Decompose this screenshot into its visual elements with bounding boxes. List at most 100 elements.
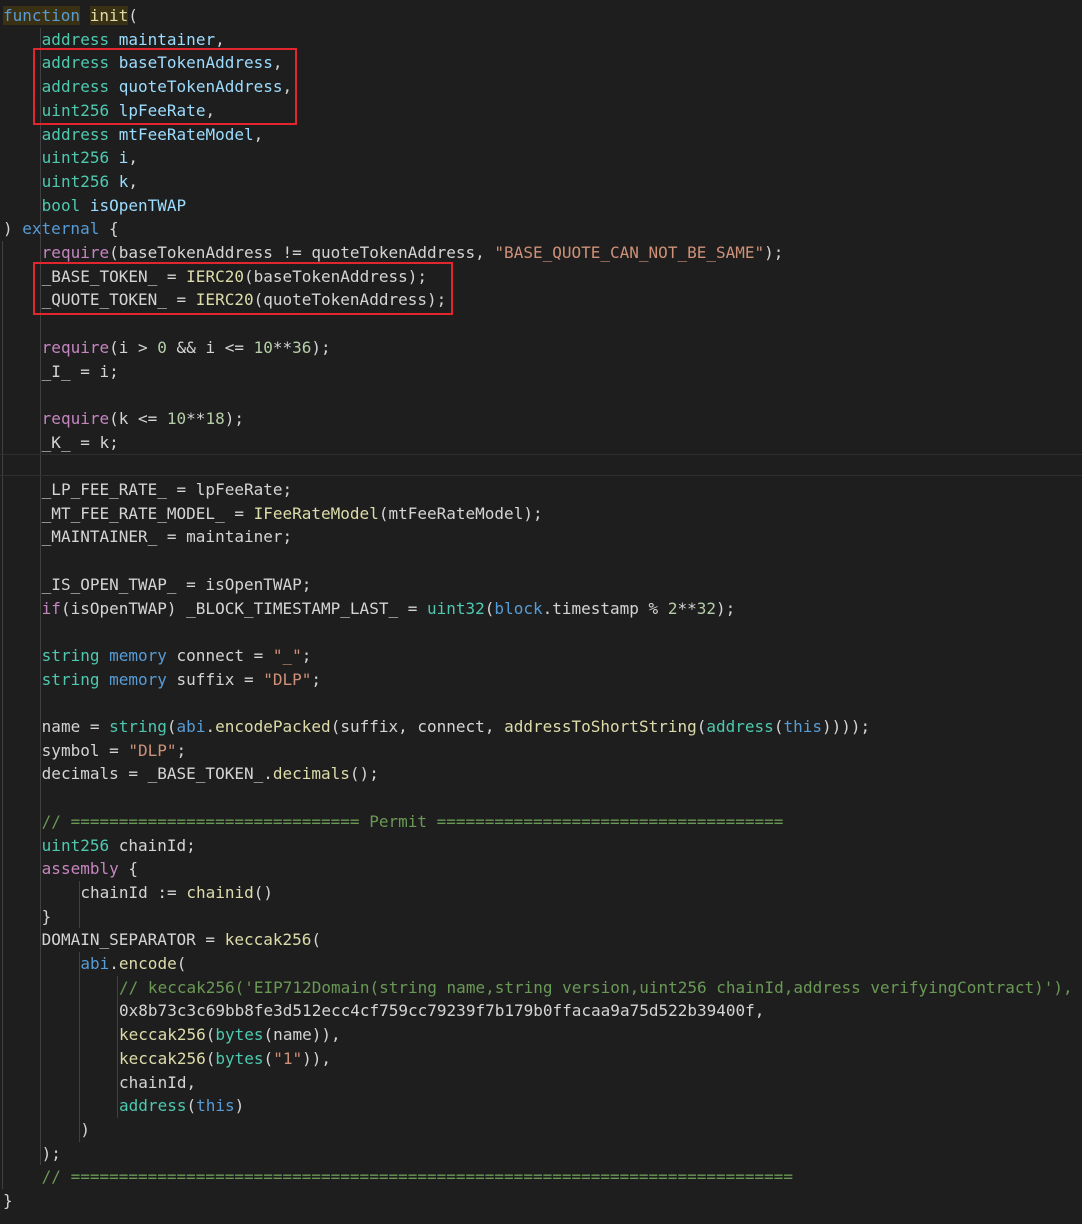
- code-token: // =====================================…: [41, 1167, 794, 1187]
- code-token: ;: [311, 669, 322, 689]
- code-token: && i <=: [166, 337, 254, 357]
- code-token: _MT_FEE_RATE_MODEL_ =: [41, 503, 254, 523]
- code-token: 10: [253, 337, 273, 357]
- code-token: chainId,: [119, 1072, 197, 1092]
- code-line[interactable]: [0, 454, 1082, 478]
- code-token: ();: [349, 764, 379, 784]
- code-line[interactable]: if(isOpenTWAP) _BLOCK_TIMESTAMP_LAST_ = …: [0, 597, 1082, 621]
- code-line[interactable]: address mtFeeRateModel,: [0, 123, 1082, 147]
- code-line[interactable]: function init(: [0, 4, 1082, 28]
- code-token: bytes: [215, 1025, 264, 1045]
- code-line[interactable]: [0, 549, 1082, 573]
- code-line[interactable]: _IS_OPEN_TWAP_ = isOpenTWAP;: [0, 573, 1082, 597]
- code-line[interactable]: assembly {: [0, 857, 1082, 881]
- code-token: **: [272, 337, 293, 357]
- code-token: ;: [301, 645, 312, 665]
- code-token: 10: [166, 408, 187, 428]
- code-token: (suffix, connect,: [330, 717, 505, 736]
- code-line[interactable]: // =====================================…: [0, 1165, 1082, 1189]
- code-token: (: [311, 930, 322, 950]
- code-token: ,: [128, 171, 139, 191]
- code-token: k: [118, 171, 129, 191]
- code-token: (: [176, 954, 187, 973]
- code-line[interactable]: [0, 620, 1082, 644]
- code-token: }: [41, 906, 52, 926]
- code-token: init: [89, 6, 129, 25]
- code-line[interactable]: decimals = _BASE_TOKEN_.decimals();: [0, 762, 1082, 786]
- code-token: (: [696, 717, 707, 736]
- code-line[interactable]: string memory suffix = "DLP";: [0, 668, 1082, 692]
- code-line[interactable]: name = string(abi.encodePacked(suffix, c…: [0, 715, 1082, 739]
- code-line[interactable]: [0, 691, 1082, 715]
- code-token: connect =: [166, 645, 273, 665]
- code-line[interactable]: address(this): [0, 1094, 1082, 1118]
- code-token: external: [22, 219, 100, 239]
- code-line[interactable]: [0, 312, 1082, 336]
- code-line[interactable]: chainId := chainid(): [0, 881, 1082, 905]
- code-line[interactable]: chainId,: [0, 1071, 1082, 1095]
- code-line[interactable]: uint256 k,: [0, 170, 1082, 194]
- code-line[interactable]: 0x8b73c3c69bb8fe3d512ecc4cf759cc79239f7b…: [0, 999, 1082, 1023]
- code-line[interactable]: _MT_FEE_RATE_MODEL_ = IFeeRateModel(mtFe…: [0, 502, 1082, 526]
- code-line[interactable]: [0, 383, 1082, 407]
- code-line[interactable]: require(k <= 10**18);: [0, 407, 1082, 431]
- code-token: .: [205, 717, 216, 736]
- code-token: decimals: [272, 764, 350, 784]
- code-line[interactable]: abi.encode(: [0, 952, 1082, 976]
- code-line[interactable]: }: [0, 1189, 1082, 1213]
- code-token: uint32: [426, 598, 485, 618]
- code-line[interactable]: DOMAIN_SEPARATOR = keccak256(: [0, 928, 1082, 952]
- code-line[interactable]: require(i > 0 && i <= 10**36);: [0, 336, 1082, 360]
- code-line[interactable]: _MAINTAINER_ = maintainer;: [0, 525, 1082, 549]
- code-token: (: [205, 1025, 216, 1045]
- code-line[interactable]: [0, 786, 1082, 810]
- code-line[interactable]: }: [0, 905, 1082, 929]
- code-line[interactable]: );: [0, 1142, 1082, 1166]
- code-token: keccak256: [119, 1048, 206, 1068]
- code-line[interactable]: _I_ = i;: [0, 360, 1082, 384]
- code-token: chainId;: [109, 835, 196, 855]
- code-token: require: [41, 243, 110, 262]
- code-editor[interactable]: function init(address maintainer, address…: [0, 0, 1082, 1224]
- code-token: ;: [176, 740, 187, 760]
- code-token: i: [118, 148, 129, 168]
- code-line[interactable]: // keccak256('EIP712Domain(string name,s…: [0, 976, 1082, 1000]
- code-token: keccak256: [119, 1025, 206, 1045]
- code-token: );: [224, 408, 244, 428]
- code-token: "1": [273, 1048, 303, 1068]
- code-token: if: [41, 598, 61, 618]
- code-token: 18: [205, 408, 225, 428]
- code-token: (mtFeeRateModel);: [378, 503, 543, 523]
- code-line[interactable]: string memory connect = "_";: [0, 644, 1082, 668]
- code-line[interactable]: keccak256(bytes(name)),: [0, 1023, 1082, 1047]
- code-line[interactable]: symbol = "DLP";: [0, 739, 1082, 763]
- code-line[interactable]: bool isOpenTWAP: [0, 194, 1082, 218]
- code-token: );: [764, 243, 784, 262]
- code-token: (: [773, 717, 784, 736]
- code-token: _IS_OPEN_TWAP_ = isOpenTWAP;: [41, 574, 312, 594]
- code-line[interactable]: uint256 chainId;: [0, 834, 1082, 858]
- code-token: (: [484, 598, 495, 618]
- code-token: );: [41, 1143, 61, 1163]
- code-line[interactable]: ) external {: [0, 217, 1082, 241]
- code-token: );: [716, 598, 736, 618]
- code-token: (: [186, 1096, 197, 1116]
- code-token: 36: [292, 337, 312, 357]
- code-line[interactable]: // ============================== Permit…: [0, 810, 1082, 834]
- code-line[interactable]: _LP_FEE_RATE_ = lpFeeRate;: [0, 478, 1082, 502]
- code-token: _I_ = i;: [41, 361, 119, 381]
- code-token: (baseTokenAddress != quoteTokenAddress,: [109, 243, 495, 262]
- code-line[interactable]: keccak256(bytes("1")),: [0, 1047, 1082, 1071]
- code-line[interactable]: _K_ = k;: [0, 431, 1082, 455]
- code-token: (isOpenTWAP) _BLOCK_TIMESTAMP_LAST_ =: [60, 598, 427, 618]
- code-token: abi: [176, 717, 206, 736]
- code-line[interactable]: ): [0, 1118, 1082, 1142]
- code-token: {: [99, 219, 119, 239]
- code-token: IFeeRateModel: [253, 503, 379, 523]
- code-line[interactable]: uint256 i,: [0, 146, 1082, 170]
- code-token: maintainer: [118, 29, 216, 49]
- code-token: ))));: [821, 717, 871, 736]
